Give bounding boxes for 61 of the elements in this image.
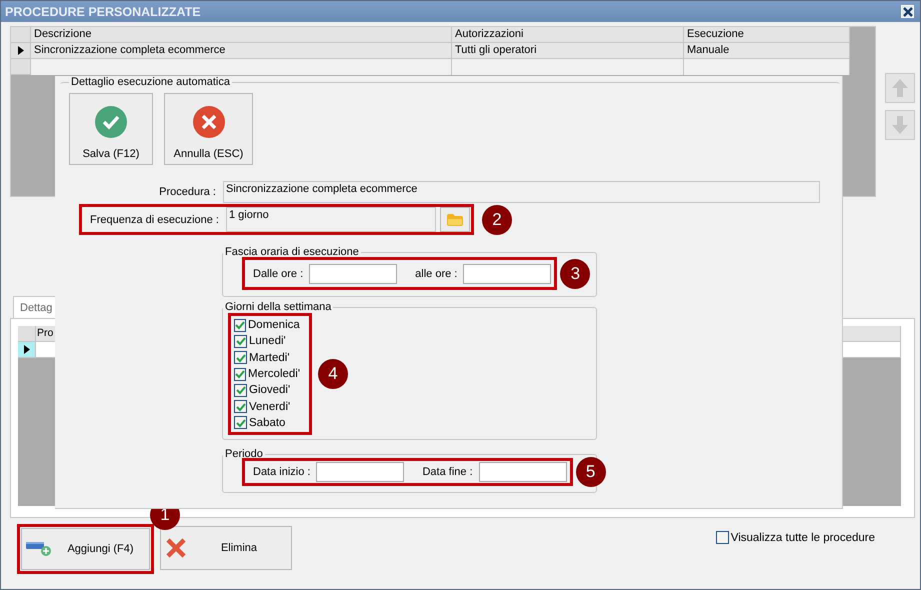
row-header[interactable] bbox=[18, 342, 36, 358]
window-title: PROCEDURE PERSONALIZZATE bbox=[5, 4, 202, 18]
check-icon bbox=[236, 352, 246, 363]
table-cell: Sincronizzazione completa ecommerce bbox=[31, 43, 452, 59]
check-icon bbox=[236, 336, 246, 346]
delete-button[interactable]: Elimina bbox=[160, 526, 292, 570]
check-icon bbox=[235, 369, 245, 380]
field-label: Procedura : bbox=[158, 186, 217, 198]
day-checkbox[interactable]: Venerdi' bbox=[234, 398, 299, 415]
move-up-button[interactable] bbox=[885, 73, 915, 103]
field-label: alle ore : bbox=[415, 268, 458, 280]
cancel-button[interactable]: Annulla (ESC) bbox=[164, 93, 253, 165]
column-header[interactable]: Esecuzione bbox=[684, 27, 850, 43]
procedure-field[interactable]: Sincronizzazione completa ecommerce bbox=[223, 181, 820, 203]
callout-badge: 2 bbox=[482, 204, 512, 234]
callout-badge: 4 bbox=[318, 359, 348, 389]
table-cell: Tutti gli operatori bbox=[452, 43, 684, 59]
arrow-down-icon bbox=[891, 115, 909, 135]
callout-badge: 3 bbox=[560, 258, 590, 288]
end-time-field[interactable] bbox=[463, 264, 552, 284]
day-checkbox[interactable]: Lunedi' bbox=[234, 333, 299, 350]
day-checkbox[interactable]: Sabato bbox=[234, 414, 299, 432]
row-pointer-icon bbox=[24, 345, 30, 354]
day-checkbox[interactable]: Giovedi' bbox=[234, 382, 299, 398]
row-header[interactable] bbox=[11, 43, 31, 59]
arrow-up-icon bbox=[891, 78, 909, 98]
start-date-field[interactable] bbox=[316, 462, 404, 482]
column-header[interactable]: Descrizione bbox=[31, 27, 452, 43]
check-icon bbox=[236, 402, 246, 412]
delete-icon bbox=[165, 537, 187, 559]
field-label: Dalle ore : bbox=[253, 268, 304, 280]
add-button[interactable]: Aggiungi (F4) bbox=[21, 528, 150, 570]
check-icon bbox=[236, 418, 246, 428]
table-cell: Manuale bbox=[684, 43, 850, 59]
move-down-button[interactable] bbox=[885, 110, 915, 140]
field-label: Data inizio : bbox=[253, 466, 310, 478]
folder-button[interactable] bbox=[440, 207, 470, 232]
start-time-field[interactable] bbox=[309, 264, 398, 284]
folder-icon bbox=[447, 214, 463, 226]
show-all-checkbox[interactable]: Visualizza tutte le procedure bbox=[716, 531, 875, 544]
save-button[interactable]: Salva (F12) bbox=[69, 93, 153, 165]
day-checkbox[interactable]: Mercoledi' bbox=[234, 366, 299, 382]
end-date-field[interactable] bbox=[478, 462, 567, 482]
field-label: Frequenza di esecuzione : bbox=[88, 214, 220, 226]
frequency-field[interactable]: 1 giorno bbox=[226, 207, 436, 232]
check-icon bbox=[236, 385, 246, 396]
group-title: Periodo bbox=[224, 448, 264, 460]
check-icon bbox=[95, 106, 127, 138]
day-checkbox[interactable]: Domenica bbox=[234, 317, 299, 334]
callout-badge: 5 bbox=[576, 457, 606, 487]
row-pointer-icon bbox=[18, 46, 24, 55]
group-title: Fascia oraria di esecuzione bbox=[224, 246, 360, 258]
group-title: Dettaglio esecuzione automatica bbox=[70, 76, 231, 88]
day-checkbox[interactable]: Martedi' bbox=[234, 350, 299, 366]
check-icon bbox=[235, 320, 245, 330]
card-add-icon bbox=[26, 541, 52, 557]
cancel-icon bbox=[192, 106, 224, 138]
field-label: Data fine : bbox=[422, 466, 473, 478]
column-header[interactable]: Autorizzazioni bbox=[452, 27, 684, 43]
group-title: Giorni della settimana bbox=[224, 301, 332, 313]
close-icon[interactable] bbox=[901, 5, 914, 18]
